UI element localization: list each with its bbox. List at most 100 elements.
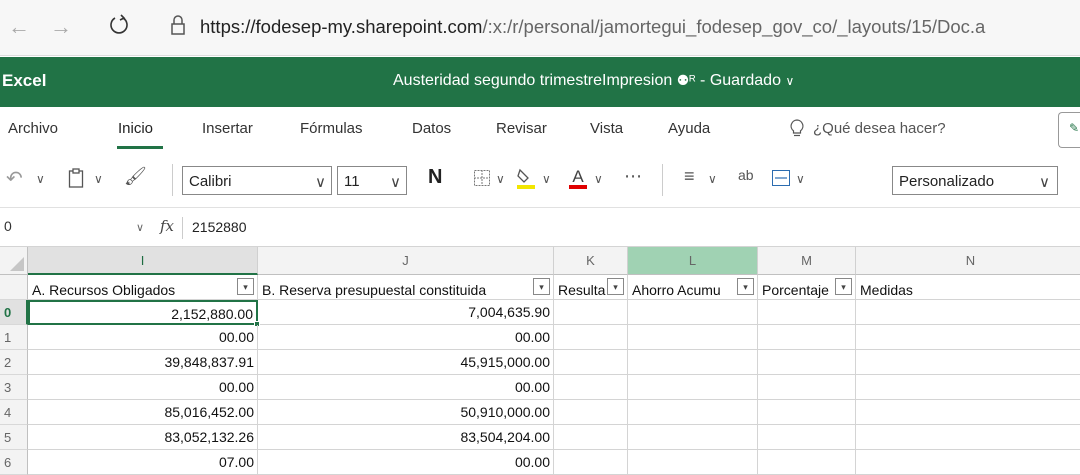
tab-formulas[interactable]: Fórmulas (300, 120, 363, 137)
table-cell[interactable] (554, 325, 628, 350)
fill-color-icon[interactable] (516, 166, 536, 190)
address-bar[interactable]: https://fodesep-my.sharepoint.com/:x:/r/… (200, 16, 985, 38)
editing-mode-button[interactable]: ✎ (1058, 112, 1080, 148)
table-cell[interactable] (554, 350, 628, 375)
column-header-j[interactable]: J (258, 247, 554, 275)
merge-center-icon[interactable] (772, 170, 790, 186)
active-cell[interactable]: 2,152,880.00 (28, 300, 258, 325)
row-header[interactable]: 3 (0, 375, 28, 400)
paste-chevron-icon[interactable]: ∨ (94, 172, 103, 186)
borders-icon[interactable] (474, 170, 490, 186)
table-cell[interactable]: 83,504,204.00 (258, 425, 554, 450)
font-color-icon[interactable]: A (568, 165, 588, 191)
table-cell[interactable]: 83,052,132.26 (28, 425, 258, 450)
table-cell[interactable] (758, 450, 856, 475)
row-header[interactable] (0, 275, 28, 300)
font-size-select[interactable]: 11 ∨ (337, 166, 407, 195)
bold-button[interactable]: N (428, 166, 442, 189)
fill-color-chevron-icon[interactable]: ∨ (542, 172, 551, 186)
table-cell[interactable]: 00.00 (258, 450, 554, 475)
row-header[interactable]: 6 (0, 450, 28, 475)
row-header[interactable]: 0 (0, 300, 28, 325)
tab-archivo[interactable]: Archivo (8, 120, 58, 137)
tell-me-search[interactable]: ¿Qué desea hacer? (813, 120, 946, 137)
table-cell[interactable]: 00.00 (258, 375, 554, 400)
table-cell[interactable]: 7,004,635.90 (258, 300, 554, 325)
row-header[interactable]: 4 (0, 400, 28, 425)
column-header-m[interactable]: M (758, 247, 856, 275)
undo-icon[interactable]: ↶ (6, 166, 23, 191)
filter-dropdown-icon[interactable]: ▾ (237, 278, 254, 295)
table-cell[interactable] (758, 400, 856, 425)
table-cell[interactable] (628, 400, 758, 425)
table-header-cell[interactable]: Resulta ▾ (554, 275, 628, 300)
column-header-i[interactable]: I (28, 247, 258, 275)
tab-vista[interactable]: Vista (590, 120, 623, 137)
table-header-cell[interactable]: B. Reserva presupuestal constituida ▾ (258, 275, 554, 300)
table-cell[interactable] (628, 425, 758, 450)
tab-ayuda[interactable]: Ayuda (668, 120, 710, 137)
table-cell[interactable] (758, 325, 856, 350)
table-header-cell[interactable]: A. Recursos Obligados ▾ (28, 275, 258, 300)
table-cell[interactable] (856, 300, 1080, 325)
table-cell[interactable] (856, 325, 1080, 350)
app-name[interactable]: Excel (2, 71, 46, 91)
table-cell[interactable] (554, 400, 628, 425)
table-cell[interactable]: 07.00 (28, 450, 258, 475)
filter-dropdown-icon[interactable]: ▾ (835, 278, 852, 295)
chevron-down-icon[interactable]: ∨ (136, 221, 144, 234)
table-cell[interactable] (554, 425, 628, 450)
table-cell[interactable] (856, 350, 1080, 375)
table-cell[interactable] (628, 375, 758, 400)
more-options-icon[interactable]: ⋯ (624, 166, 642, 187)
font-color-chevron-icon[interactable]: ∨ (594, 172, 603, 186)
tab-inicio[interactable]: Inicio (118, 120, 153, 137)
table-cell[interactable]: 00.00 (258, 325, 554, 350)
row-header[interactable]: 5 (0, 425, 28, 450)
filter-dropdown-icon[interactable]: ▾ (737, 278, 754, 295)
table-cell[interactable] (554, 300, 628, 325)
font-name-select[interactable]: Calibri ∨ (182, 166, 332, 195)
forward-arrow-icon[interactable]: → (50, 14, 72, 40)
undo-chevron-icon[interactable]: ∨ (36, 172, 45, 186)
formula-input[interactable]: 2152880 (192, 219, 247, 235)
table-cell[interactable] (554, 375, 628, 400)
table-header-cell[interactable]: Porcentaje ▾ (758, 275, 856, 300)
table-cell[interactable] (628, 325, 758, 350)
table-cell[interactable] (628, 350, 758, 375)
table-header-cell[interactable]: Ahorro Acumu ▾ (628, 275, 758, 300)
name-box[interactable]: 0 (4, 218, 12, 234)
document-title-area[interactable]: Austeridad segundo trimestreImpresion ⚉ᴿ… (393, 72, 794, 90)
table-cell[interactable]: 85,016,452.00 (28, 400, 258, 425)
table-cell[interactable] (856, 425, 1080, 450)
tab-datos[interactable]: Datos (412, 120, 451, 137)
format-painter-icon[interactable]: 🖌 (124, 166, 147, 187)
table-cell[interactable] (758, 425, 856, 450)
table-cell[interactable] (856, 450, 1080, 475)
table-header-cell[interactable]: Medidas (856, 275, 1080, 300)
function-icon[interactable]: fx (160, 217, 174, 235)
reload-icon[interactable] (108, 13, 130, 37)
table-cell[interactable] (856, 400, 1080, 425)
table-cell[interactable] (628, 450, 758, 475)
filter-dropdown-icon[interactable]: ▾ (533, 278, 550, 295)
table-cell[interactable] (628, 300, 758, 325)
select-all-button[interactable] (0, 247, 28, 275)
align-icon[interactable]: ≡ (684, 166, 695, 187)
merge-chevron-icon[interactable]: ∨ (796, 172, 805, 186)
table-cell[interactable] (758, 350, 856, 375)
table-cell[interactable]: 00.00 (28, 375, 258, 400)
table-cell[interactable]: 50,910,000.00 (258, 400, 554, 425)
tab-revisar[interactable]: Revisar (496, 120, 547, 137)
table-cell[interactable]: 45,915,000.00 (258, 350, 554, 375)
table-cell[interactable] (856, 375, 1080, 400)
row-header[interactable]: 2 (0, 350, 28, 375)
back-arrow-icon[interactable]: ← (8, 14, 30, 40)
table-cell[interactable] (758, 300, 856, 325)
tab-insertar[interactable]: Insertar (202, 120, 253, 137)
wrap-text-icon[interactable]: ab (738, 167, 754, 183)
column-header-k[interactable]: K (554, 247, 628, 275)
table-cell[interactable] (758, 375, 856, 400)
borders-chevron-icon[interactable]: ∨ (496, 172, 505, 186)
column-header-n[interactable]: N (856, 247, 1080, 275)
